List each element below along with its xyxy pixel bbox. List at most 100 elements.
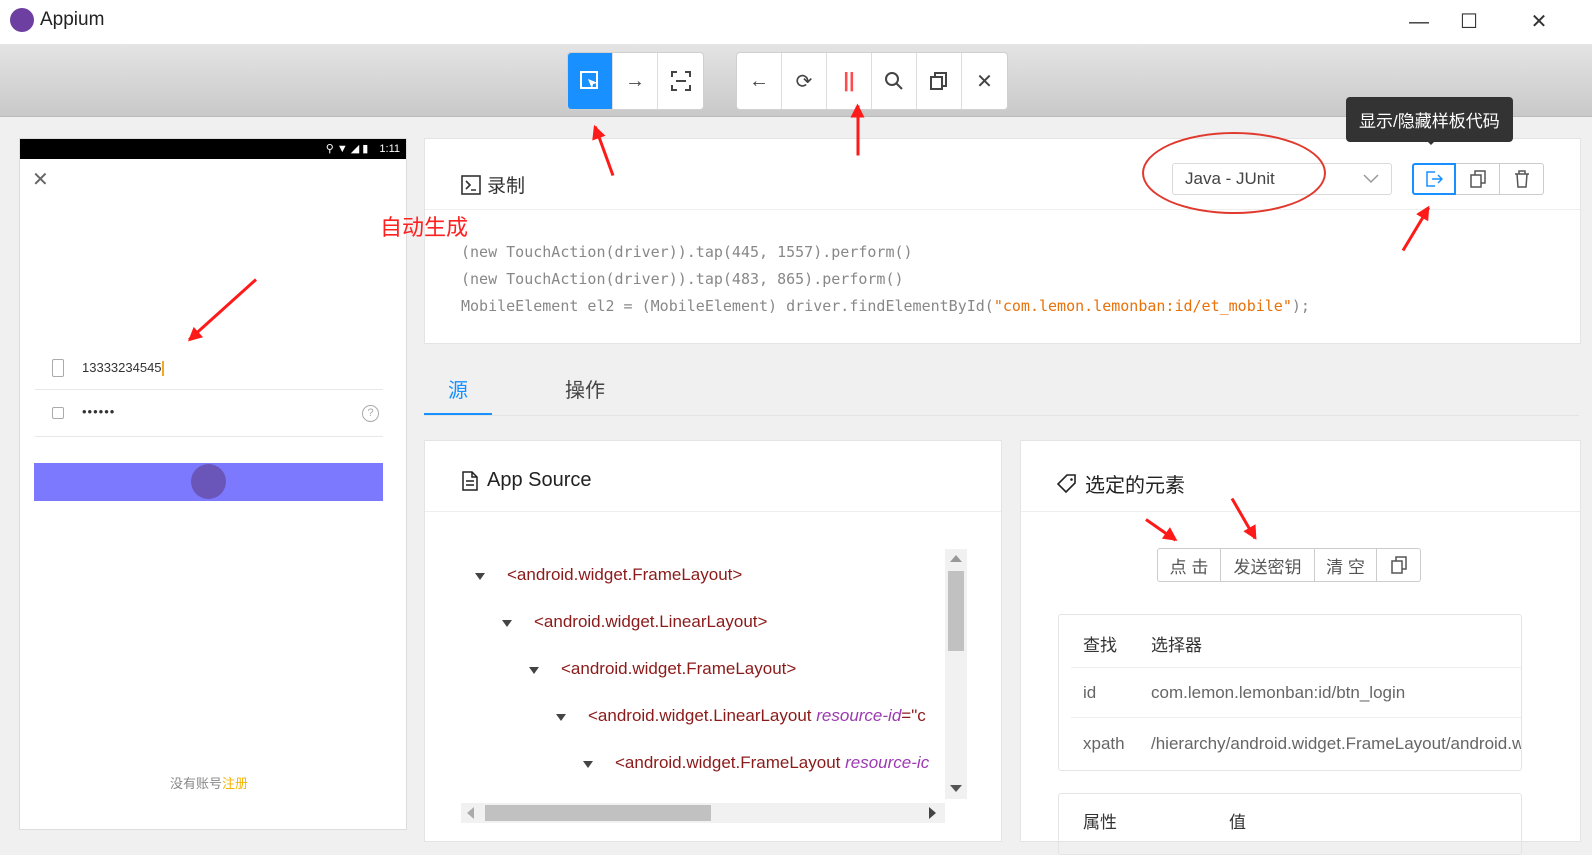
element-action-buttons: 点 击 发送密钥 清 空 [1157,548,1421,582]
quit-session-button[interactable]: ✕ [962,53,1007,109]
toggle-boilerplate-button[interactable] [1412,163,1456,195]
col-value-header: 值 [1229,813,1246,832]
app-source-divider [425,511,1001,512]
clear-code-button[interactable] [1500,163,1544,195]
tree-node[interactable]: <android.widget.FrameLayout resource-ic [615,753,940,773]
input-divider [35,436,383,437]
tree-node-tag: <android.widget.LinearLayout> [534,612,768,631]
code-line-2: (new TouchAction(driver)).tap(483, 865).… [461,270,904,288]
loading-spinner-icon [191,464,226,499]
select-elements-button[interactable] [568,53,613,109]
tab-source[interactable]: 源 [448,374,468,403]
table-divider [1071,717,1521,718]
refresh-button[interactable]: ⟳ [782,53,827,109]
password-input[interactable]: •••••• [82,404,115,419]
device-close-icon[interactable]: ✕ [32,167,49,192]
tab-actions[interactable]: 操作 [565,374,605,403]
tap-by-coordinates-button[interactable] [658,53,703,109]
tree-node[interactable]: <android.widget.LinearLayout resource-id… [588,706,940,726]
selector-key-xpath: xpath [1083,734,1125,753]
clear-button[interactable]: 清 空 [1315,548,1377,582]
recorder-title: 录制 [487,176,526,197]
select-elements-icon [580,71,598,89]
selector-table: 查找 选择器 id com.lemon.lemonban:id/btn_logi… [1058,614,1522,771]
tree-node-attr: resource-id [816,706,902,725]
tap-button[interactable]: 点 击 [1157,548,1221,582]
app-source-header: App Source [461,469,592,492]
selector-value-id[interactable]: com.lemon.lemonban:id/btn_login [1151,683,1405,703]
selected-element-header: 选定的元素 [1057,469,1185,498]
device-status-bar: ⚲ ▼ ◢ ▮ 1:11 [20,139,406,159]
scroll-down-icon[interactable] [950,785,962,792]
phone-input[interactable]: 13333234545 [82,360,164,377]
vertical-scrollbar[interactable] [945,549,967,799]
file-icon [462,470,478,491]
phone-icon [52,359,64,377]
search-icon [885,72,903,90]
selected-element-divider [1021,511,1580,512]
device-screenshot[interactable]: ⚲ ▼ ◢ ▮ 1:11 ✕ 13333234545 •••••• ? 没有账号… [19,138,407,830]
horizontal-scrollbar[interactable] [461,803,945,823]
selected-element-panel: 选定的元素 点 击 发送密钥 清 空 查找 选择器 id com.lemon.l… [1020,440,1581,855]
recorder-action-buttons [1412,163,1544,195]
collapse-arrow-icon[interactable] [529,667,539,674]
window-title: Appium [40,9,105,30]
collapse-arrow-icon[interactable] [583,761,593,768]
code-segment: ); [1291,297,1310,315]
scroll-right-icon[interactable] [929,807,936,819]
close-window-button[interactable]: ✕ [1516,6,1562,38]
collapse-arrow-icon[interactable] [556,714,566,721]
tree-node[interactable]: <android.widget.FrameLayout> [507,565,742,585]
collapse-arrow-icon[interactable] [502,620,512,627]
scroll-left-icon[interactable] [467,807,474,819]
back-button[interactable]: ← [737,53,782,109]
horizontal-scroll-thumb[interactable] [485,805,711,821]
boilerplate-tooltip: 显示/隐藏样板代码 [1346,97,1513,142]
help-icon[interactable]: ? [362,405,379,422]
tree-node[interactable]: <android.widget.FrameLayout> [561,659,796,679]
copy-xml-icon [930,72,947,90]
tree-node-tag: <android.widget.FrameLayout [615,753,846,772]
copy-xml-button[interactable] [917,53,962,109]
language-highlight-ellipse [1142,132,1326,214]
back-icon: ← [749,69,769,92]
copy-icon [1390,556,1407,574]
mode-button-group: → [567,52,704,110]
vertical-scroll-thumb[interactable] [948,571,964,651]
search-button[interactable] [872,53,917,109]
terminal-icon [461,174,481,195]
scroll-up-icon[interactable] [950,555,962,562]
tree-node-tag: <android.widget.LinearLayout [588,706,817,725]
pause-icon: || [843,69,855,92]
tabs-divider [424,415,1579,416]
attributes-table: 属性 值 [1058,793,1522,855]
pause-recording-button[interactable]: || [827,53,872,109]
col-attr-header: 属性 [1083,813,1117,832]
auto-generate-annotation: 自动生成 [380,215,469,240]
tree-node-tag: <android.widget.FrameLayout> [561,659,797,678]
minimize-button[interactable]: — [1396,6,1442,38]
annotation-arrow [856,105,860,156]
refresh-icon: ⟳ [795,70,813,93]
recorder-divider [425,209,1580,210]
swipe-icon: → [625,69,645,92]
tree-node-rest: ="c [901,706,926,725]
table-divider [1071,667,1521,668]
login-button[interactable] [34,463,383,501]
selector-key-id: id [1083,683,1097,702]
maximize-button[interactable]: ☐ [1446,6,1492,38]
recorder-header: 录制 [461,171,525,198]
copy-attributes-button[interactable] [1377,548,1421,582]
collapse-arrow-icon[interactable] [475,573,485,580]
session-button-group: ← ⟳ || ✕ [736,52,1008,110]
selector-value-xpath[interactable]: /hierarchy/android.widget.FrameLayout/an… [1151,734,1521,754]
swipe-button[interactable]: → [613,53,658,109]
tree-node[interactable]: <android.widget.LinearLayout> [534,612,767,632]
input-divider [35,389,383,390]
send-keys-button[interactable]: 发送密钥 [1221,548,1315,582]
copy-icon [1469,170,1486,188]
copy-code-button[interactable] [1456,163,1500,195]
register-link[interactable]: 注册 [222,776,248,791]
col-selector-header: 选择器 [1151,636,1202,655]
code-line-3: MobileElement el2 = (MobileElement) driv… [461,297,1310,315]
